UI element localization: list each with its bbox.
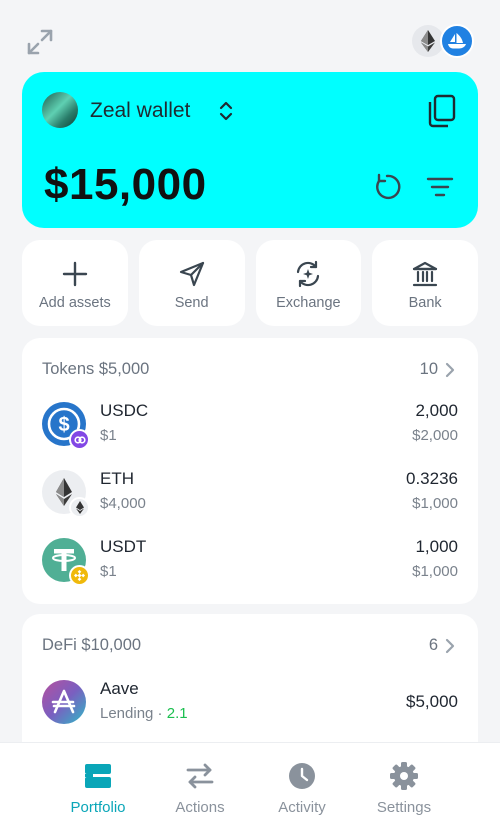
tokens-title[interactable]: Tokens $5,000 [42,360,149,379]
actions-icon [185,761,215,791]
token-amount: 0.3236 [406,469,458,488]
bnb-badge-icon [69,565,90,586]
token-row-eth[interactable]: ETH $4,000 0.3236 $1,000 [42,466,458,522]
tokens-count: 10 [419,360,438,378]
defi-separator: · [153,705,167,722]
polygon-badge-icon [69,429,90,450]
chevron-right-icon[interactable] [444,362,456,378]
token-value: $2,000 [412,427,458,444]
bank-icon [411,260,439,288]
portfolio-icon [83,761,113,791]
bottom-nav: Portfolio Actions Activity Settings [0,742,500,832]
nav-label: Actions [175,799,225,816]
token-value: $1,000 [412,495,458,512]
add-assets-button[interactable]: Add assets [22,240,128,326]
exchange-button[interactable]: Exchange [255,240,362,326]
wallet-balance: $15,000 [44,160,207,209]
tokens-card: Tokens $5,000 10 $ USDC $1 2,000 $2,000 [22,338,478,604]
network-selector[interactable] [412,24,474,58]
quick-actions: Add assets Send Exchange Bank [22,240,478,326]
defi-value: $5,000 [406,692,458,711]
activity-icon [287,761,317,791]
token-price: $1 [100,563,117,580]
wallet-avatar [42,92,78,128]
aave-icon [42,680,86,724]
defi-title[interactable]: DeFi $10,000 [42,636,141,655]
defi-count: 6 [428,636,438,654]
nav-label: Portfolio [70,799,126,816]
top-bar [0,0,500,72]
nav-settings[interactable]: Settings [354,761,454,821]
defi-name: Aave [100,679,139,698]
defi-type-label: Lending [100,705,154,722]
nav-portfolio[interactable]: Portfolio [48,761,148,821]
token-name: USDT [100,537,147,556]
wallet-card: Zeal wallet $15,000 [22,72,478,228]
token-name: ETH [100,469,134,488]
wallet-name[interactable]: Zeal wallet [90,99,190,123]
copy-address-icon[interactable] [426,94,456,128]
switch-wallet-icon[interactable] [218,100,234,122]
chevron-right-icon[interactable] [444,638,456,654]
nav-actions[interactable]: Actions [150,761,250,821]
refresh-icon[interactable] [372,172,402,202]
svg-text:$: $ [58,414,69,436]
bank-button[interactable]: Bank [372,240,478,326]
send-label: Send [174,295,209,311]
token-amount: 1,000 [415,537,458,556]
filter-icon[interactable] [426,176,454,198]
add-assets-label: Add assets [39,295,111,311]
nav-label: Activity [278,799,326,816]
opensea-icon [440,24,474,58]
token-price: $4,000 [100,495,146,512]
token-name: USDC [100,401,149,420]
token-amount: 2,000 [415,401,458,420]
send-button[interactable]: Send [138,240,245,326]
exchange-icon [294,260,322,288]
bank-label: Bank [408,295,442,311]
expand-icon[interactable] [26,28,54,56]
exchange-label: Exchange [276,295,341,311]
defi-apy: 2.1 [166,705,188,722]
nav-activity[interactable]: Activity [252,761,352,821]
defi-type: Lending · 2.1 [100,705,188,722]
token-value: $1,000 [412,563,458,580]
token-price: $1 [100,427,117,444]
token-row-usdt[interactable]: USDT $1 1,000 $1,000 [42,534,458,590]
send-icon [178,260,206,288]
plus-icon [61,260,89,288]
token-row-usdc[interactable]: $ USDC $1 2,000 $2,000 [42,398,458,454]
nav-label: Settings [376,799,432,816]
ethereum-badge-icon [69,497,90,518]
settings-icon [389,761,419,791]
defi-row-aave[interactable]: Aave Lending · 2.1 $5,000 [42,676,458,732]
